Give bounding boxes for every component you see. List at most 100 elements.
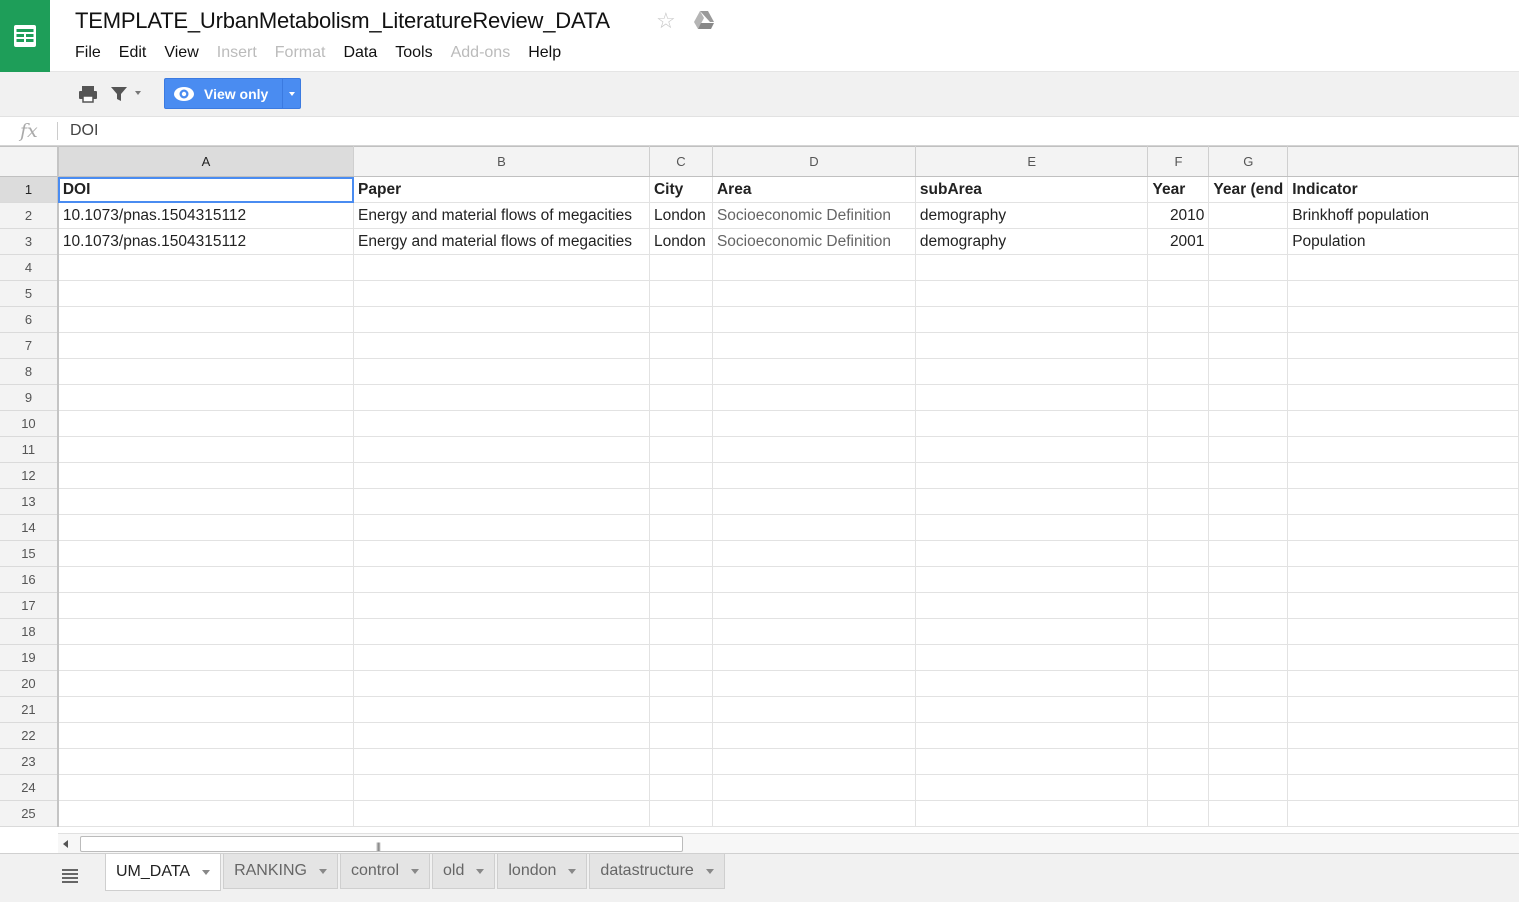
cell[interactable]: Socioeconomic Definition: [712, 228, 916, 255]
cell[interactable]: [1287, 540, 1519, 567]
cell[interactable]: [649, 306, 713, 333]
cell[interactable]: [353, 566, 650, 593]
cell[interactable]: [915, 436, 1149, 463]
cell[interactable]: [649, 696, 713, 723]
select-all-corner[interactable]: [0, 146, 59, 177]
cell[interactable]: [915, 332, 1149, 359]
cell[interactable]: [1147, 540, 1210, 567]
cell[interactable]: 10.1073/pnas.1504315112: [57, 202, 355, 229]
cell[interactable]: Indicator: [1287, 176, 1519, 203]
cell[interactable]: Energy and material flows of megacities: [353, 202, 650, 229]
cell[interactable]: [649, 722, 713, 749]
cell[interactable]: [1147, 566, 1210, 593]
row-header[interactable]: 20: [0, 670, 59, 697]
cell[interactable]: [915, 774, 1149, 801]
cell[interactable]: [915, 540, 1149, 567]
cell[interactable]: [1287, 566, 1519, 593]
cell[interactable]: [712, 644, 916, 671]
cell[interactable]: [1287, 618, 1519, 645]
cell[interactable]: [1147, 592, 1210, 619]
cell[interactable]: [57, 514, 355, 541]
cell[interactable]: [353, 436, 650, 463]
column-header-a[interactable]: A: [57, 146, 355, 177]
row-header[interactable]: 24: [0, 774, 59, 801]
menu-data[interactable]: Data: [334, 42, 386, 64]
cell[interactable]: [1147, 670, 1210, 697]
cell[interactable]: [712, 332, 916, 359]
document-title[interactable]: TEMPLATE_UrbanMetabolism_LiteratureRevie…: [75, 8, 610, 34]
cell[interactable]: [1147, 254, 1210, 281]
cell[interactable]: [57, 566, 355, 593]
cell[interactable]: [353, 800, 650, 827]
cell[interactable]: [57, 644, 355, 671]
cell[interactable]: [353, 514, 650, 541]
cell[interactable]: [915, 696, 1149, 723]
cell[interactable]: [57, 358, 355, 385]
cell[interactable]: [1147, 774, 1210, 801]
cell[interactable]: Year: [1147, 176, 1210, 203]
cell[interactable]: [1287, 436, 1519, 463]
cell[interactable]: [1287, 488, 1519, 515]
cell[interactable]: demography: [915, 228, 1149, 255]
cell[interactable]: [649, 332, 713, 359]
sheet-tab-datastructure[interactable]: datastructure: [589, 854, 725, 889]
cell[interactable]: [1208, 592, 1289, 619]
menu-help[interactable]: Help: [519, 42, 570, 64]
cell[interactable]: [57, 254, 355, 281]
column-header-b[interactable]: B: [353, 146, 650, 177]
cell[interactable]: [915, 410, 1149, 437]
cell[interactable]: [57, 306, 355, 333]
horizontal-scrollbar[interactable]: |||: [58, 833, 1519, 853]
cell[interactable]: Brinkhoff population: [1287, 202, 1519, 229]
cell[interactable]: [915, 592, 1149, 619]
row-header[interactable]: 23: [0, 748, 59, 775]
sheets-logo-icon[interactable]: [0, 0, 50, 72]
sheet-tab-old[interactable]: old: [432, 854, 496, 889]
cell[interactable]: [1208, 800, 1289, 827]
cell[interactable]: [1208, 488, 1289, 515]
cell[interactable]: [915, 514, 1149, 541]
cell[interactable]: [57, 800, 355, 827]
sheet-tab-um-data[interactable]: UM_DATA: [105, 854, 222, 891]
cell[interactable]: [712, 462, 916, 489]
chevron-down-icon[interactable]: [411, 868, 420, 874]
cell[interactable]: [712, 540, 916, 567]
cell[interactable]: [57, 436, 355, 463]
cell[interactable]: [712, 384, 916, 411]
cell[interactable]: Socioeconomic Definition: [712, 202, 916, 229]
cell[interactable]: [1208, 670, 1289, 697]
cell[interactable]: [1208, 202, 1289, 229]
row-header[interactable]: 12: [0, 462, 59, 489]
cell[interactable]: [649, 462, 713, 489]
cell[interactable]: [712, 800, 916, 827]
cell[interactable]: [1287, 462, 1519, 489]
row-header[interactable]: 25: [0, 800, 59, 827]
column-header-g[interactable]: G: [1208, 146, 1289, 177]
cell[interactable]: [1287, 384, 1519, 411]
cell[interactable]: [57, 332, 355, 359]
cell[interactable]: [1287, 774, 1519, 801]
cell[interactable]: [649, 358, 713, 385]
row-header[interactable]: 3: [0, 228, 59, 255]
cell[interactable]: 2001: [1147, 228, 1210, 255]
cell[interactable]: London: [649, 202, 713, 229]
cell[interactable]: [649, 280, 713, 307]
cell[interactable]: subArea: [915, 176, 1149, 203]
cell[interactable]: [915, 254, 1149, 281]
cell[interactable]: [915, 384, 1149, 411]
cell[interactable]: [712, 670, 916, 697]
chevron-down-icon[interactable]: [568, 868, 577, 874]
cell[interactable]: [1208, 618, 1289, 645]
cell[interactable]: [649, 540, 713, 567]
cell[interactable]: [1287, 592, 1519, 619]
row-header[interactable]: 18: [0, 618, 59, 645]
cell[interactable]: [1147, 306, 1210, 333]
cell[interactable]: [57, 774, 355, 801]
column-header-e[interactable]: E: [915, 146, 1149, 177]
cell[interactable]: [712, 618, 916, 645]
scroll-left-icon[interactable]: [63, 840, 68, 848]
cell[interactable]: [1147, 800, 1210, 827]
cell[interactable]: City: [649, 176, 713, 203]
cell[interactable]: [57, 592, 355, 619]
column-header-d[interactable]: D: [712, 146, 916, 177]
